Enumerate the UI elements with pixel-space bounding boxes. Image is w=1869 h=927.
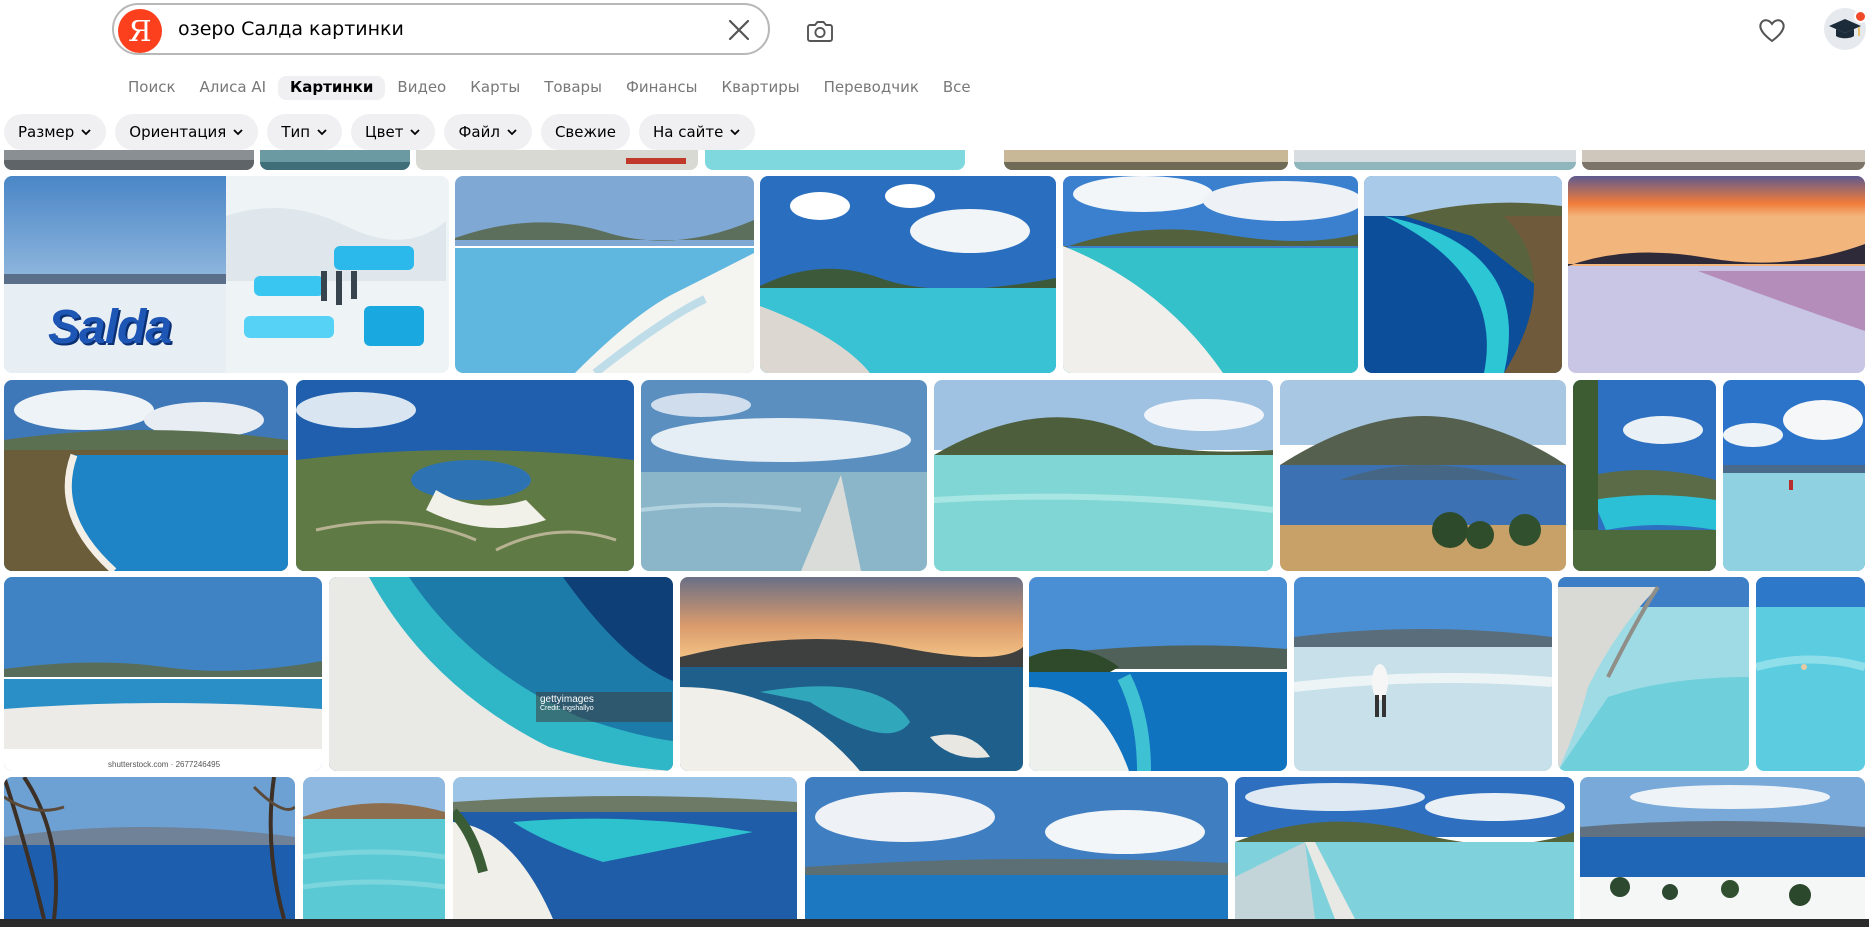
image-result[interactable] — [4, 150, 254, 170]
chevron-down-icon — [410, 129, 421, 136]
image-result[interactable] — [1004, 150, 1288, 170]
filter-type[interactable]: Тип — [267, 114, 343, 150]
image-result[interactable] — [296, 380, 634, 571]
image-result[interactable] — [1573, 380, 1716, 571]
filter-size[interactable]: Размер — [4, 114, 107, 150]
image-result[interactable] — [1280, 380, 1566, 571]
image-result[interactable] — [1568, 176, 1865, 373]
image-result[interactable] — [641, 380, 927, 571]
image-result[interactable] — [1294, 577, 1552, 771]
tab-finance[interactable]: Финансы — [614, 76, 710, 100]
salda-sign-text: Salda — [48, 301, 172, 354]
filter-fresh[interactable]: Свежие — [540, 114, 630, 150]
image-result[interactable] — [1582, 150, 1865, 170]
heart-icon[interactable] — [1755, 13, 1789, 47]
tab-images[interactable]: Картинки — [278, 76, 386, 100]
image-result[interactable] — [934, 380, 1273, 571]
image-result[interactable]: Salda — [4, 176, 449, 373]
close-icon[interactable] — [726, 17, 752, 43]
filter-label: Файл — [458, 123, 500, 141]
tab-translator[interactable]: Переводчик — [812, 76, 931, 100]
image-result[interactable] — [1580, 777, 1865, 919]
filter-file[interactable]: Файл — [444, 114, 532, 150]
image-result[interactable] — [453, 777, 797, 919]
image-result[interactable] — [1558, 577, 1749, 771]
search-box[interactable]: Я — [112, 3, 770, 55]
chevron-down-icon — [730, 129, 741, 136]
search-tabs: Поиск Алиса AI Картинки Видео Карты Това… — [116, 76, 983, 100]
tab-all[interactable]: Все — [931, 76, 983, 100]
image-result[interactable] — [303, 777, 445, 919]
yandex-logo[interactable]: Я — [118, 9, 162, 53]
chevron-down-icon — [317, 129, 327, 136]
image-result[interactable] — [760, 176, 1056, 373]
image-result[interactable] — [1756, 577, 1865, 771]
image-result[interactable] — [1723, 380, 1865, 571]
image-result[interactable] — [805, 777, 1228, 919]
image-result[interactable] — [455, 176, 754, 373]
search-input[interactable] — [178, 15, 678, 43]
tab-alisa-ai[interactable]: Алиса AI — [188, 76, 279, 100]
tab-search[interactable]: Поиск — [116, 76, 188, 100]
image-result[interactable] — [1235, 777, 1574, 919]
image-result[interactable] — [1364, 176, 1562, 373]
bottom-taskbar — [0, 919, 1869, 927]
filter-orientation[interactable]: Ориентация — [115, 114, 259, 150]
filter-label: Размер — [18, 123, 75, 141]
filter-label: Свежие — [554, 123, 616, 141]
image-result[interactable] — [1063, 176, 1358, 373]
filter-label: Цвет — [365, 123, 404, 141]
image-result[interactable] — [4, 380, 288, 571]
tab-video[interactable]: Видео — [385, 76, 458, 100]
image-result[interactable] — [705, 150, 965, 170]
getty-credit-text: Credit: ingshallyo — [540, 705, 594, 712]
filter-bar: Размер Ориентация Тип Цвет Файл Свежие Н… — [4, 114, 764, 150]
getty-logo-text: gettyimages — [540, 694, 594, 705]
image-result[interactable] — [1294, 150, 1576, 170]
camera-icon[interactable] — [803, 14, 837, 48]
filter-label: Ориентация — [129, 123, 227, 141]
avatar[interactable] — [1824, 8, 1867, 50]
chevron-down-icon — [507, 129, 517, 136]
filter-label: Тип — [281, 123, 311, 141]
tab-products[interactable]: Товары — [532, 76, 614, 100]
image-result[interactable] — [416, 150, 698, 170]
watermark-getty: gettyimages Credit: ingshallyo — [536, 692, 672, 722]
image-result[interactable] — [1029, 577, 1287, 771]
image-result[interactable] — [260, 150, 410, 170]
chevron-down-icon — [81, 129, 91, 136]
tab-maps[interactable]: Карты — [458, 76, 532, 100]
image-result[interactable] — [4, 777, 295, 919]
image-result[interactable]: shutterstock.com · 2677246495 — [4, 577, 322, 771]
watermark-text: shutterstock.com · 2677246495 — [108, 760, 221, 769]
tab-apartments[interactable]: Квартиры — [710, 76, 812, 100]
filter-color[interactable]: Цвет — [351, 114, 436, 150]
image-result[interactable] — [680, 577, 1023, 771]
filter-on-site[interactable]: На сайте — [638, 114, 756, 150]
image-result[interactable]: gettyimages Credit: ingshallyo — [329, 577, 673, 771]
filter-label: На сайте — [652, 123, 724, 141]
notification-dot — [1854, 10, 1867, 23]
chevron-down-icon — [233, 129, 243, 136]
